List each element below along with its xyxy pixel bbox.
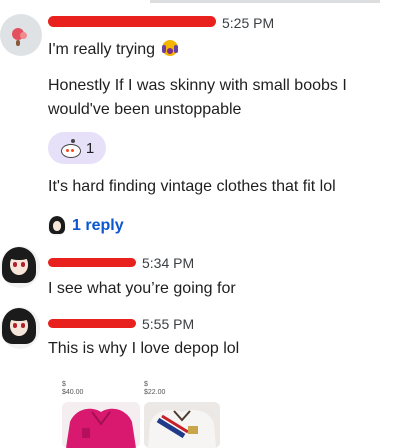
- comment-message: This is why I love depop lol: [48, 340, 240, 357]
- listing-price: $ $40.00: [62, 381, 83, 397]
- comment-timestamp: 5:34 PM: [142, 255, 195, 271]
- reply-avatar-icon: [48, 216, 66, 236]
- comment-message-line: It's hard finding vintage clothes that f…: [48, 178, 336, 195]
- price-value: $40.00: [62, 389, 84, 396]
- price-currency: $: [62, 381, 66, 388]
- avatar[interactable]: [0, 307, 40, 349]
- replies-link[interactable]: 1 reply: [48, 214, 124, 238]
- redacted-username: [48, 319, 136, 328]
- crying-face-emoji-icon: [161, 40, 178, 56]
- comment-timestamp: 5:25 PM: [222, 15, 275, 31]
- comment-message: I see what you’re going for: [48, 280, 236, 297]
- pink-jacket-image: [62, 402, 140, 448]
- reaction-pill[interactable]: 1: [48, 132, 106, 164]
- comment-message: I'm really trying: [48, 39, 178, 61]
- redacted-username: [48, 16, 216, 27]
- price-currency: $: [144, 381, 148, 388]
- avatar[interactable]: [0, 246, 40, 288]
- listing-price: $ $22.00: [144, 381, 165, 397]
- avatar[interactable]: [0, 14, 42, 56]
- snoo-icon: [60, 139, 81, 158]
- listing-thumbnail[interactable]: [144, 402, 220, 448]
- comment-message-line: Honestly If I was skinny with small boob…: [48, 77, 347, 94]
- striped-shirt-image: [144, 402, 220, 448]
- previous-comment-edge: [0, 0, 418, 3]
- comment-timestamp: 5:55 PM: [142, 316, 195, 332]
- listing-thumbnail[interactable]: [62, 402, 140, 448]
- price-value: $22.00: [144, 389, 166, 396]
- message-text: I'm really trying: [48, 41, 156, 58]
- comment-message-line: would've been unstoppable: [48, 101, 242, 118]
- reaction-count: 1: [85, 139, 95, 157]
- replies-label: 1 reply: [72, 217, 124, 234]
- redacted-username: [48, 258, 136, 267]
